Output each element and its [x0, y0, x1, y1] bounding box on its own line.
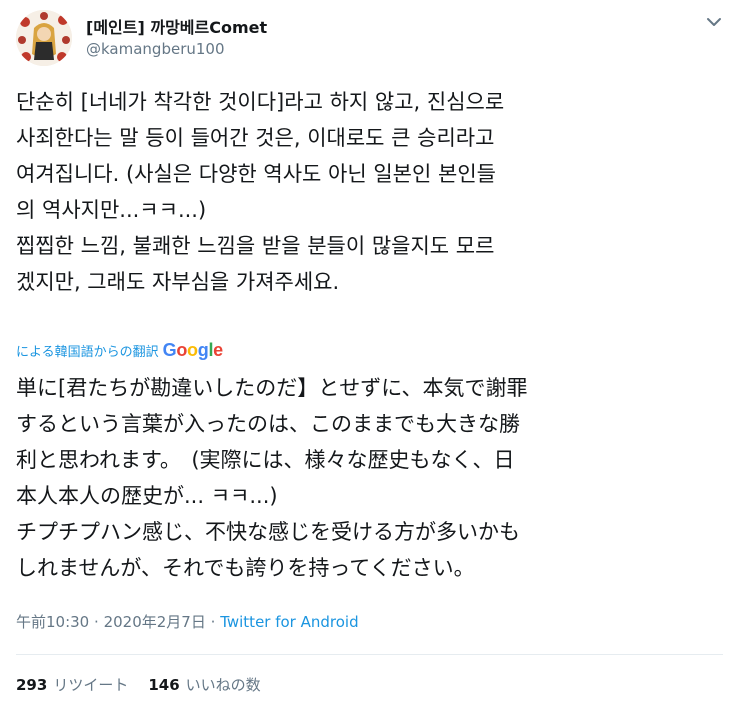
- retweet-count: 293: [16, 676, 48, 694]
- avatar-image: [16, 10, 72, 66]
- translation-attribution[interactable]: による韓国語からの翻訳 Google: [16, 338, 223, 362]
- chevron-down-icon[interactable]: [706, 16, 722, 28]
- tweet-source[interactable]: Twitter for Android: [220, 613, 358, 631]
- tweet-date[interactable]: 2020年2月7日: [104, 613, 206, 631]
- display-name[interactable]: [메인트] 까망베르Comet: [86, 14, 267, 38]
- like-count: 146: [148, 676, 180, 694]
- meta-separator: ·: [94, 613, 99, 631]
- tweet-stats: 293 リツイート 146 いいねの数: [16, 674, 261, 695]
- translation-label[interactable]: による韓国語からの翻訳: [16, 341, 159, 360]
- tweet-time[interactable]: 午前10:30: [16, 613, 89, 631]
- like-stat[interactable]: 146 いいねの数: [148, 676, 260, 694]
- tweet-metadata: 午前10:30 · 2020年2月7日 · Twitter for Androi…: [16, 611, 359, 632]
- retweet-label: リツイート: [53, 676, 129, 694]
- retweet-stat[interactable]: 293 リツイート: [16, 676, 128, 694]
- user-handle[interactable]: @kamangberu100: [86, 40, 225, 58]
- translated-text: 単に[君たちが勘違いしたのだ】とせずに、本気で謝罪 するという言葉が入ったのは、…: [16, 376, 528, 580]
- like-label: いいねの数: [185, 676, 261, 694]
- meta-separator: ·: [210, 613, 216, 631]
- tweet-text: 단순히 [너네가 착각한 것이다]라고 하지 않고, 진심으로 사죄한다는 말 …: [16, 90, 505, 294]
- avatar[interactable]: [16, 10, 72, 66]
- divider: [16, 654, 723, 655]
- google-logo: Google: [162, 339, 224, 360]
